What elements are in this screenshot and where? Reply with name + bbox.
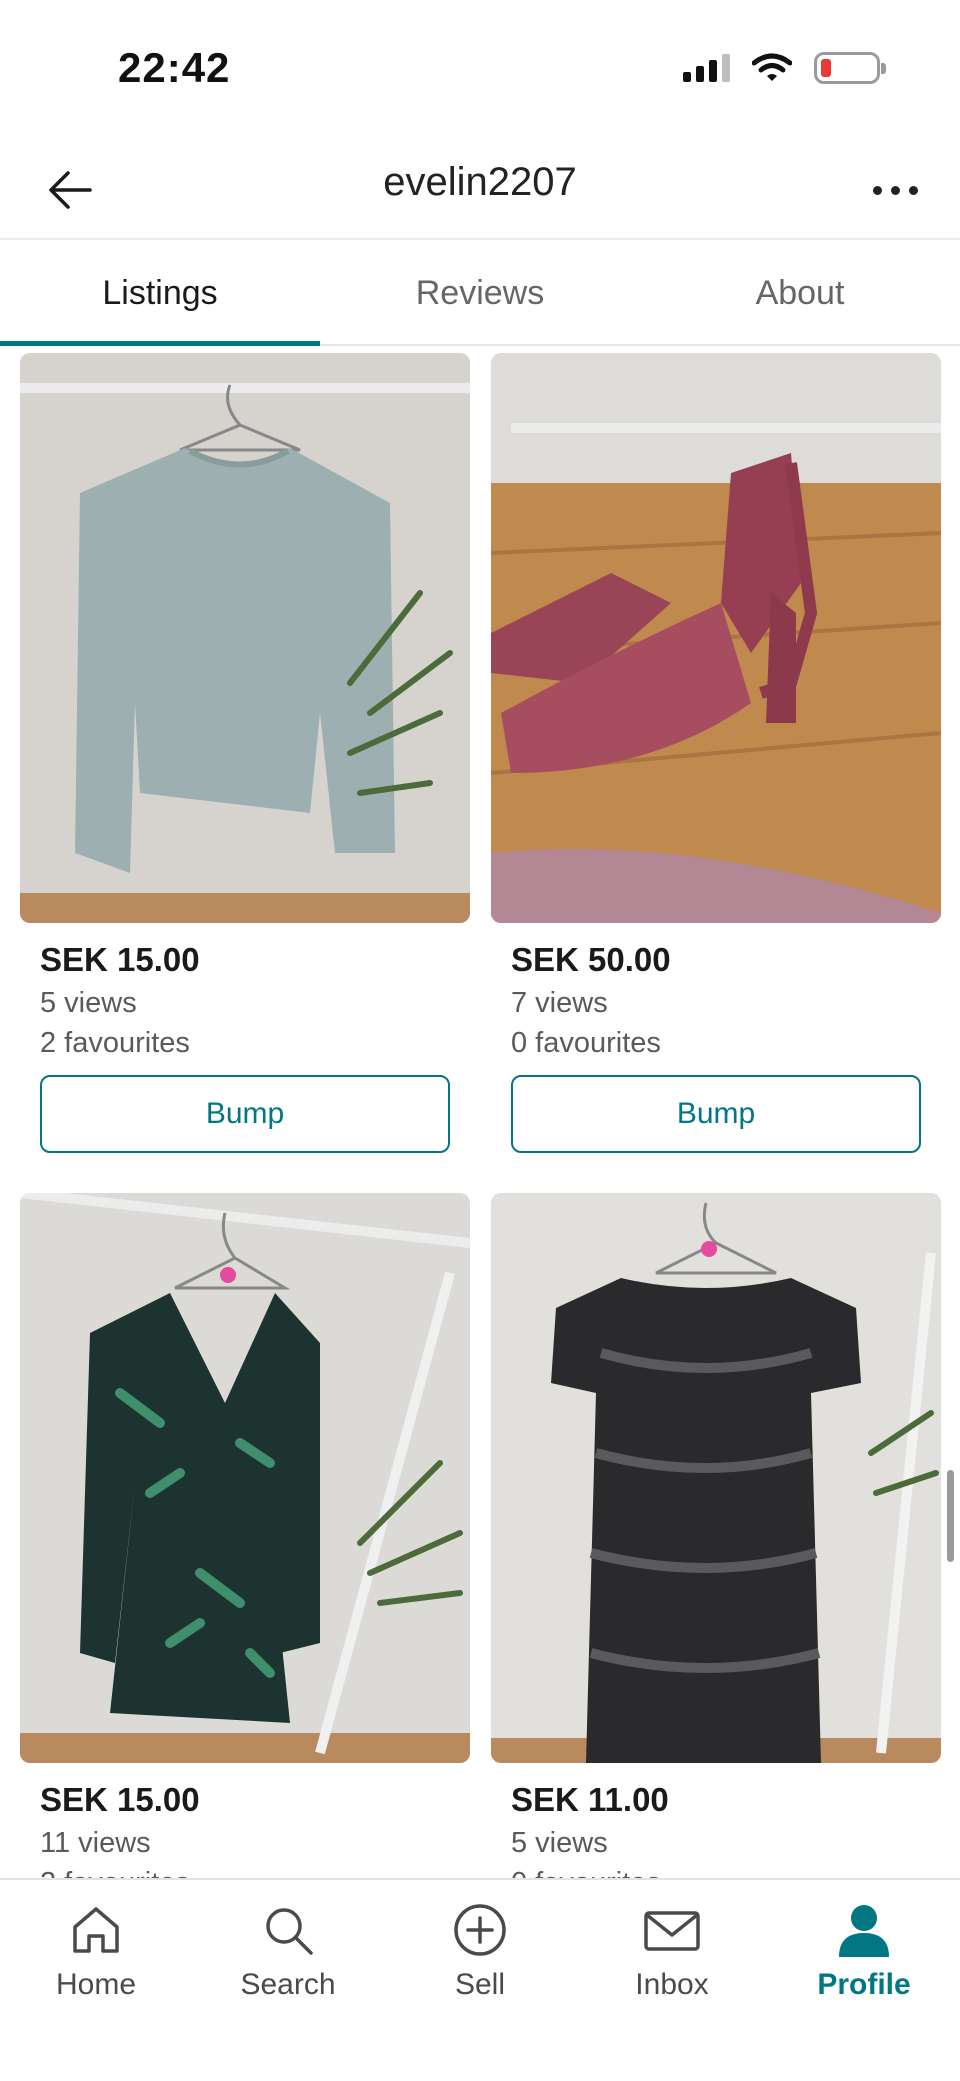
listing-price: SEK 15.00 [40, 941, 200, 978]
search-icon [266, 1908, 313, 1955]
status-bar: 22:42 [0, 0, 960, 140]
listing-image-sweater[interactable] [20, 353, 470, 923]
listing-price: SEK 50.00 [511, 941, 671, 978]
nav-label: Inbox [635, 1968, 709, 2001]
plus-circle-icon [454, 1904, 506, 1956]
nav-label: Home [55, 1968, 137, 2001]
listing-card[interactable]: SEK 50.00 7 views 0 favourites Bump [491, 353, 941, 1153]
home-icon [73, 1907, 119, 1953]
page-title: evelin2207 [383, 160, 577, 204]
nav-label: Profile [817, 1968, 911, 2001]
nav-label: Sell [454, 1968, 506, 2001]
listing-image-lace-dress[interactable] [491, 1193, 941, 1763]
nav-label: Search [240, 1968, 336, 2001]
nav-profile[interactable]: Profile [768, 1880, 960, 2081]
battery-low-icon [814, 52, 886, 84]
signal-icon [683, 54, 730, 82]
bottom-navigation: Home Search Sell Inbox Profile [0, 1878, 960, 2081]
listing-views: 7 views [511, 987, 608, 1019]
listing-views: 5 views [511, 1827, 608, 1859]
listing-price: SEK 11.00 [511, 1781, 669, 1818]
nav-inbox[interactable]: Inbox [576, 1880, 768, 2081]
nav-home[interactable]: Home [0, 1880, 192, 2081]
tab-reviews[interactable]: Reviews [320, 242, 640, 344]
tab-listings[interactable]: Listings [0, 242, 320, 346]
listing-card[interactable]: SEK 15.00 5 views 2 favourites Bump [20, 353, 470, 1153]
listing-favourites: 0 favourites [511, 1027, 661, 1059]
listing-card[interactable]: SEK 11.00 5 views 0 favourites [491, 1193, 941, 1880]
profile-tabs: Listings Reviews About [0, 242, 960, 346]
mail-icon [644, 1911, 700, 1951]
more-horizontal-icon [872, 185, 882, 195]
listing-image-sandals[interactable] [491, 353, 941, 923]
listing-image-floral-dress[interactable] [20, 1193, 470, 1763]
listing-card[interactable]: SEK 15.00 11 views 2 favourites [20, 1193, 470, 1880]
bump-button[interactable]: Bump [40, 1075, 450, 1153]
tab-about[interactable]: About [640, 242, 960, 344]
nav-search[interactable]: Search [192, 1880, 384, 2081]
listing-price: SEK 15.00 [40, 1781, 200, 1818]
listings-grid: SEK 15.00 5 views 2 favourites Bump SEK … [0, 350, 960, 1880]
scrollbar-thumb[interactable] [947, 1470, 954, 1562]
profile-header: evelin2207 [0, 140, 960, 240]
listing-views: 11 views [40, 1827, 151, 1859]
wifi-icon [752, 53, 792, 81]
person-icon [839, 1905, 889, 1957]
listing-views: 5 views [40, 987, 137, 1019]
nav-sell[interactable]: Sell [384, 1880, 576, 2081]
listing-favourites: 2 favourites [40, 1027, 190, 1059]
status-icons [683, 52, 886, 84]
bump-button[interactable]: Bump [511, 1075, 921, 1153]
more-options-button[interactable] [860, 162, 930, 218]
status-time: 22:42 [118, 44, 231, 91]
